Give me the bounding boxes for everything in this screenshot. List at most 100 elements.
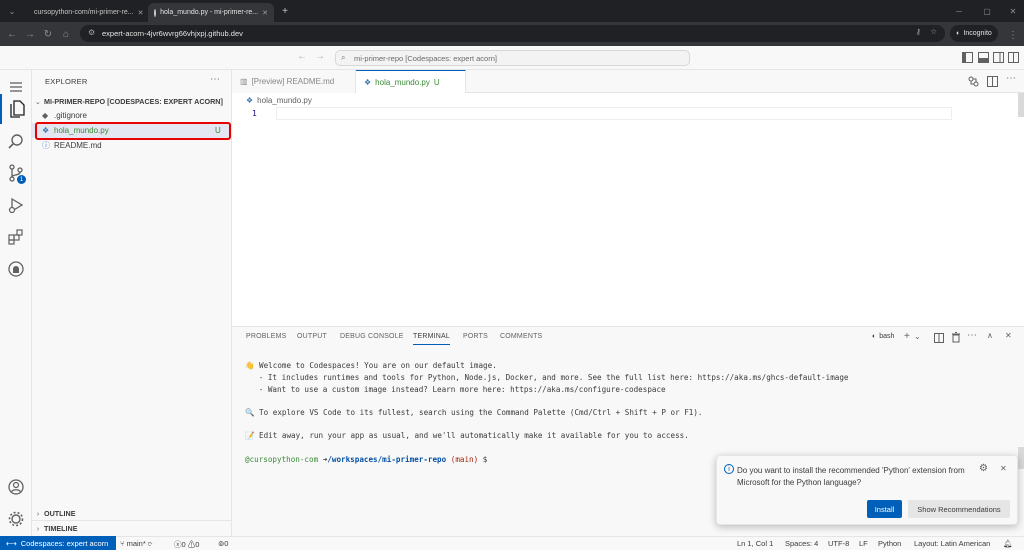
site-info-icon[interactable]: ⚙: [88, 28, 95, 37]
close-icon[interactable]: ✕: [1005, 331, 1012, 340]
close-icon[interactable]: ✕: [1000, 464, 1007, 473]
file-gitignore[interactable]: ◆ .gitignore: [32, 108, 232, 123]
tab-readme-label: [Preview] README.md: [251, 77, 335, 86]
outline-section[interactable]: › OUTLINE: [32, 506, 232, 521]
prompt-user: @cursopython-com: [245, 455, 319, 464]
nav-forward-icon[interactable]: →: [315, 51, 325, 62]
timeline-section[interactable]: › TIMELINE: [32, 521, 232, 536]
github-icon[interactable]: [0, 254, 32, 284]
new-tab-icon[interactable]: +: [276, 2, 294, 20]
panel-tab-ports[interactable]: PORTS: [463, 333, 488, 340]
language-mode[interactable]: Python: [878, 539, 901, 548]
chevron-up-icon[interactable]: ∧: [987, 331, 993, 340]
remote-indicator[interactable]: ⟷ Codespaces: expert acorn: [0, 536, 116, 550]
command-center-label: mi-primer-repo [Codespaces: expert acorn…: [354, 53, 497, 63]
source-control-badge: 1: [17, 175, 26, 184]
search-icon[interactable]: [0, 126, 32, 156]
install-button[interactable]: Install: [867, 500, 902, 518]
breadcrumb[interactable]: ❖ hola_mundo.py: [246, 96, 312, 105]
close-icon[interactable]: ✕: [262, 9, 268, 17]
workspace-root[interactable]: ⌄ MI-PRIMER-REPO [CODESPACES: EXPERT ACO…: [32, 94, 232, 109]
terminal-shell-selector[interactable]: ◐ bash: [872, 333, 894, 340]
extensions-icon[interactable]: [0, 222, 32, 252]
tab-search-icon[interactable]: ⌄: [3, 2, 21, 20]
shell-label: bash: [879, 333, 895, 340]
toggle-panel-icon[interactable]: [978, 52, 989, 63]
file-readme-label: README.md: [54, 141, 102, 150]
account-icon[interactable]: [0, 472, 32, 502]
file-readme[interactable]: ⓘ README.md: [32, 138, 232, 153]
notifications-bell-icon[interactable]: 🔔︎: [1003, 539, 1013, 548]
tab-hola-mundo[interactable]: ❖ hola_mundo.py U: [356, 70, 466, 93]
errors-count: 0: [181, 540, 186, 549]
address-bar[interactable]: ⚙ expert-acorn-4jvr6wvrg66vhjxpj.github.…: [80, 25, 945, 42]
explorer-more-icon[interactable]: ⋯: [210, 74, 220, 85]
open-changes-icon[interactable]: [968, 76, 979, 87]
forward-icon[interactable]: →: [21, 25, 39, 43]
toggle-secondary-sidebar-icon[interactable]: [993, 52, 1004, 63]
customize-layout-icon[interactable]: [1008, 52, 1019, 63]
source-control-icon[interactable]: 1: [0, 158, 32, 188]
info-icon: i: [724, 464, 734, 474]
gear-icon[interactable]: ⚙: [979, 463, 988, 474]
run-debug-icon[interactable]: [0, 190, 32, 220]
branch-label: main*: [126, 539, 146, 548]
command-center[interactable]: ⌕ mi-primer-repo [Codespaces: expert aco…: [335, 50, 690, 66]
show-recommendations-button[interactable]: Show Recommendations: [908, 500, 1010, 518]
toggle-primary-sidebar-icon[interactable]: [962, 52, 973, 63]
manage-gear-icon[interactable]: [0, 504, 32, 534]
maximize-icon[interactable]: ▢: [978, 2, 996, 20]
terminal-prompt[interactable]: @cursopython-com ➜/workspaces/mi-primer-…: [245, 455, 487, 464]
browser-tab-2[interactable]: hola_mundo.py - mi-primer-re... ✕: [148, 3, 274, 22]
branch-indicator[interactable]: ⑂ main* ⟳: [120, 539, 152, 548]
tab-readme-preview[interactable]: ▥ [Preview] README.md: [232, 70, 356, 93]
nav-back-icon[interactable]: ←: [297, 51, 307, 62]
trash-icon[interactable]: [951, 332, 961, 343]
panel-more-icon[interactable]: ⋯: [967, 330, 977, 341]
panel-tab-comments[interactable]: COMMENTS: [500, 333, 542, 340]
chevron-down-icon[interactable]: ⌄: [914, 332, 921, 341]
url-text: expert-acorn-4jvr6wvrg66vhjxpj.github.de…: [102, 29, 243, 38]
activity-bar: 1: [0, 70, 32, 536]
untracked-badge: U: [433, 77, 440, 87]
back-icon[interactable]: ←: [3, 25, 21, 43]
bookmark-star-icon[interactable]: ☆: [930, 27, 937, 36]
editor-scrollbar[interactable]: [1018, 93, 1024, 117]
minimize-icon[interactable]: ─: [950, 2, 968, 20]
panel-tab-output[interactable]: OUTPUT: [297, 333, 327, 340]
problems-indicator[interactable]: ⓧ0 ⚠0: [174, 539, 199, 550]
current-line[interactable]: [276, 107, 952, 120]
close-icon[interactable]: ✕: [138, 9, 144, 17]
split-editor-icon[interactable]: [987, 76, 998, 87]
keyboard-layout[interactable]: Layout: Latin American: [914, 539, 990, 548]
editor-area[interactable]: ❖ hola_mundo.py 1: [232, 93, 1024, 326]
encoding[interactable]: UTF-8: [828, 539, 849, 548]
file-gitignore-label: .gitignore: [54, 111, 87, 120]
key-icon[interactable]: ⚷: [916, 27, 922, 36]
incognito-badge[interactable]: ◐ Incognito: [950, 25, 998, 42]
window-close-icon[interactable]: ✕: [1004, 2, 1022, 20]
outline-label: OUTLINE: [44, 509, 76, 518]
terminal-scrollbar[interactable]: [1018, 447, 1024, 469]
home-icon[interactable]: ⌂: [57, 25, 75, 43]
branch-icon: ⑂: [120, 539, 125, 548]
ports-indicator[interactable]: ⊚0: [218, 539, 228, 548]
split-terminal-icon[interactable]: [934, 333, 944, 343]
indentation[interactable]: Spaces: 4: [785, 539, 818, 548]
panel-tab-problems[interactable]: PROBLEMS: [246, 333, 287, 340]
remote-icon: ⟷: [6, 538, 17, 548]
panel-tab-debug-console[interactable]: DEBUG CONSOLE: [340, 333, 404, 340]
sync-icon[interactable]: ⟳: [148, 539, 153, 548]
panel-tab-terminal[interactable]: TERMINAL: [413, 333, 450, 345]
tab-hola-mundo-label: hola_mundo.py: [375, 77, 430, 87]
browser-tab-1[interactable]: cursopython-com/mi-primer-re... ✕: [28, 3, 148, 22]
cursor-position[interactable]: Ln 1, Col 1: [737, 539, 773, 548]
explorer-icon[interactable]: [0, 94, 32, 124]
reload-icon[interactable]: ↻: [39, 25, 57, 43]
line-ending[interactable]: LF: [859, 539, 868, 548]
browser-menu-icon[interactable]: ⋮: [1004, 26, 1022, 44]
explorer-title: EXPLORER: [45, 77, 88, 86]
editor-more-icon[interactable]: ⋯: [1006, 73, 1016, 84]
preview-icon: ▥: [240, 77, 248, 86]
new-terminal-icon[interactable]: +: [904, 331, 910, 342]
